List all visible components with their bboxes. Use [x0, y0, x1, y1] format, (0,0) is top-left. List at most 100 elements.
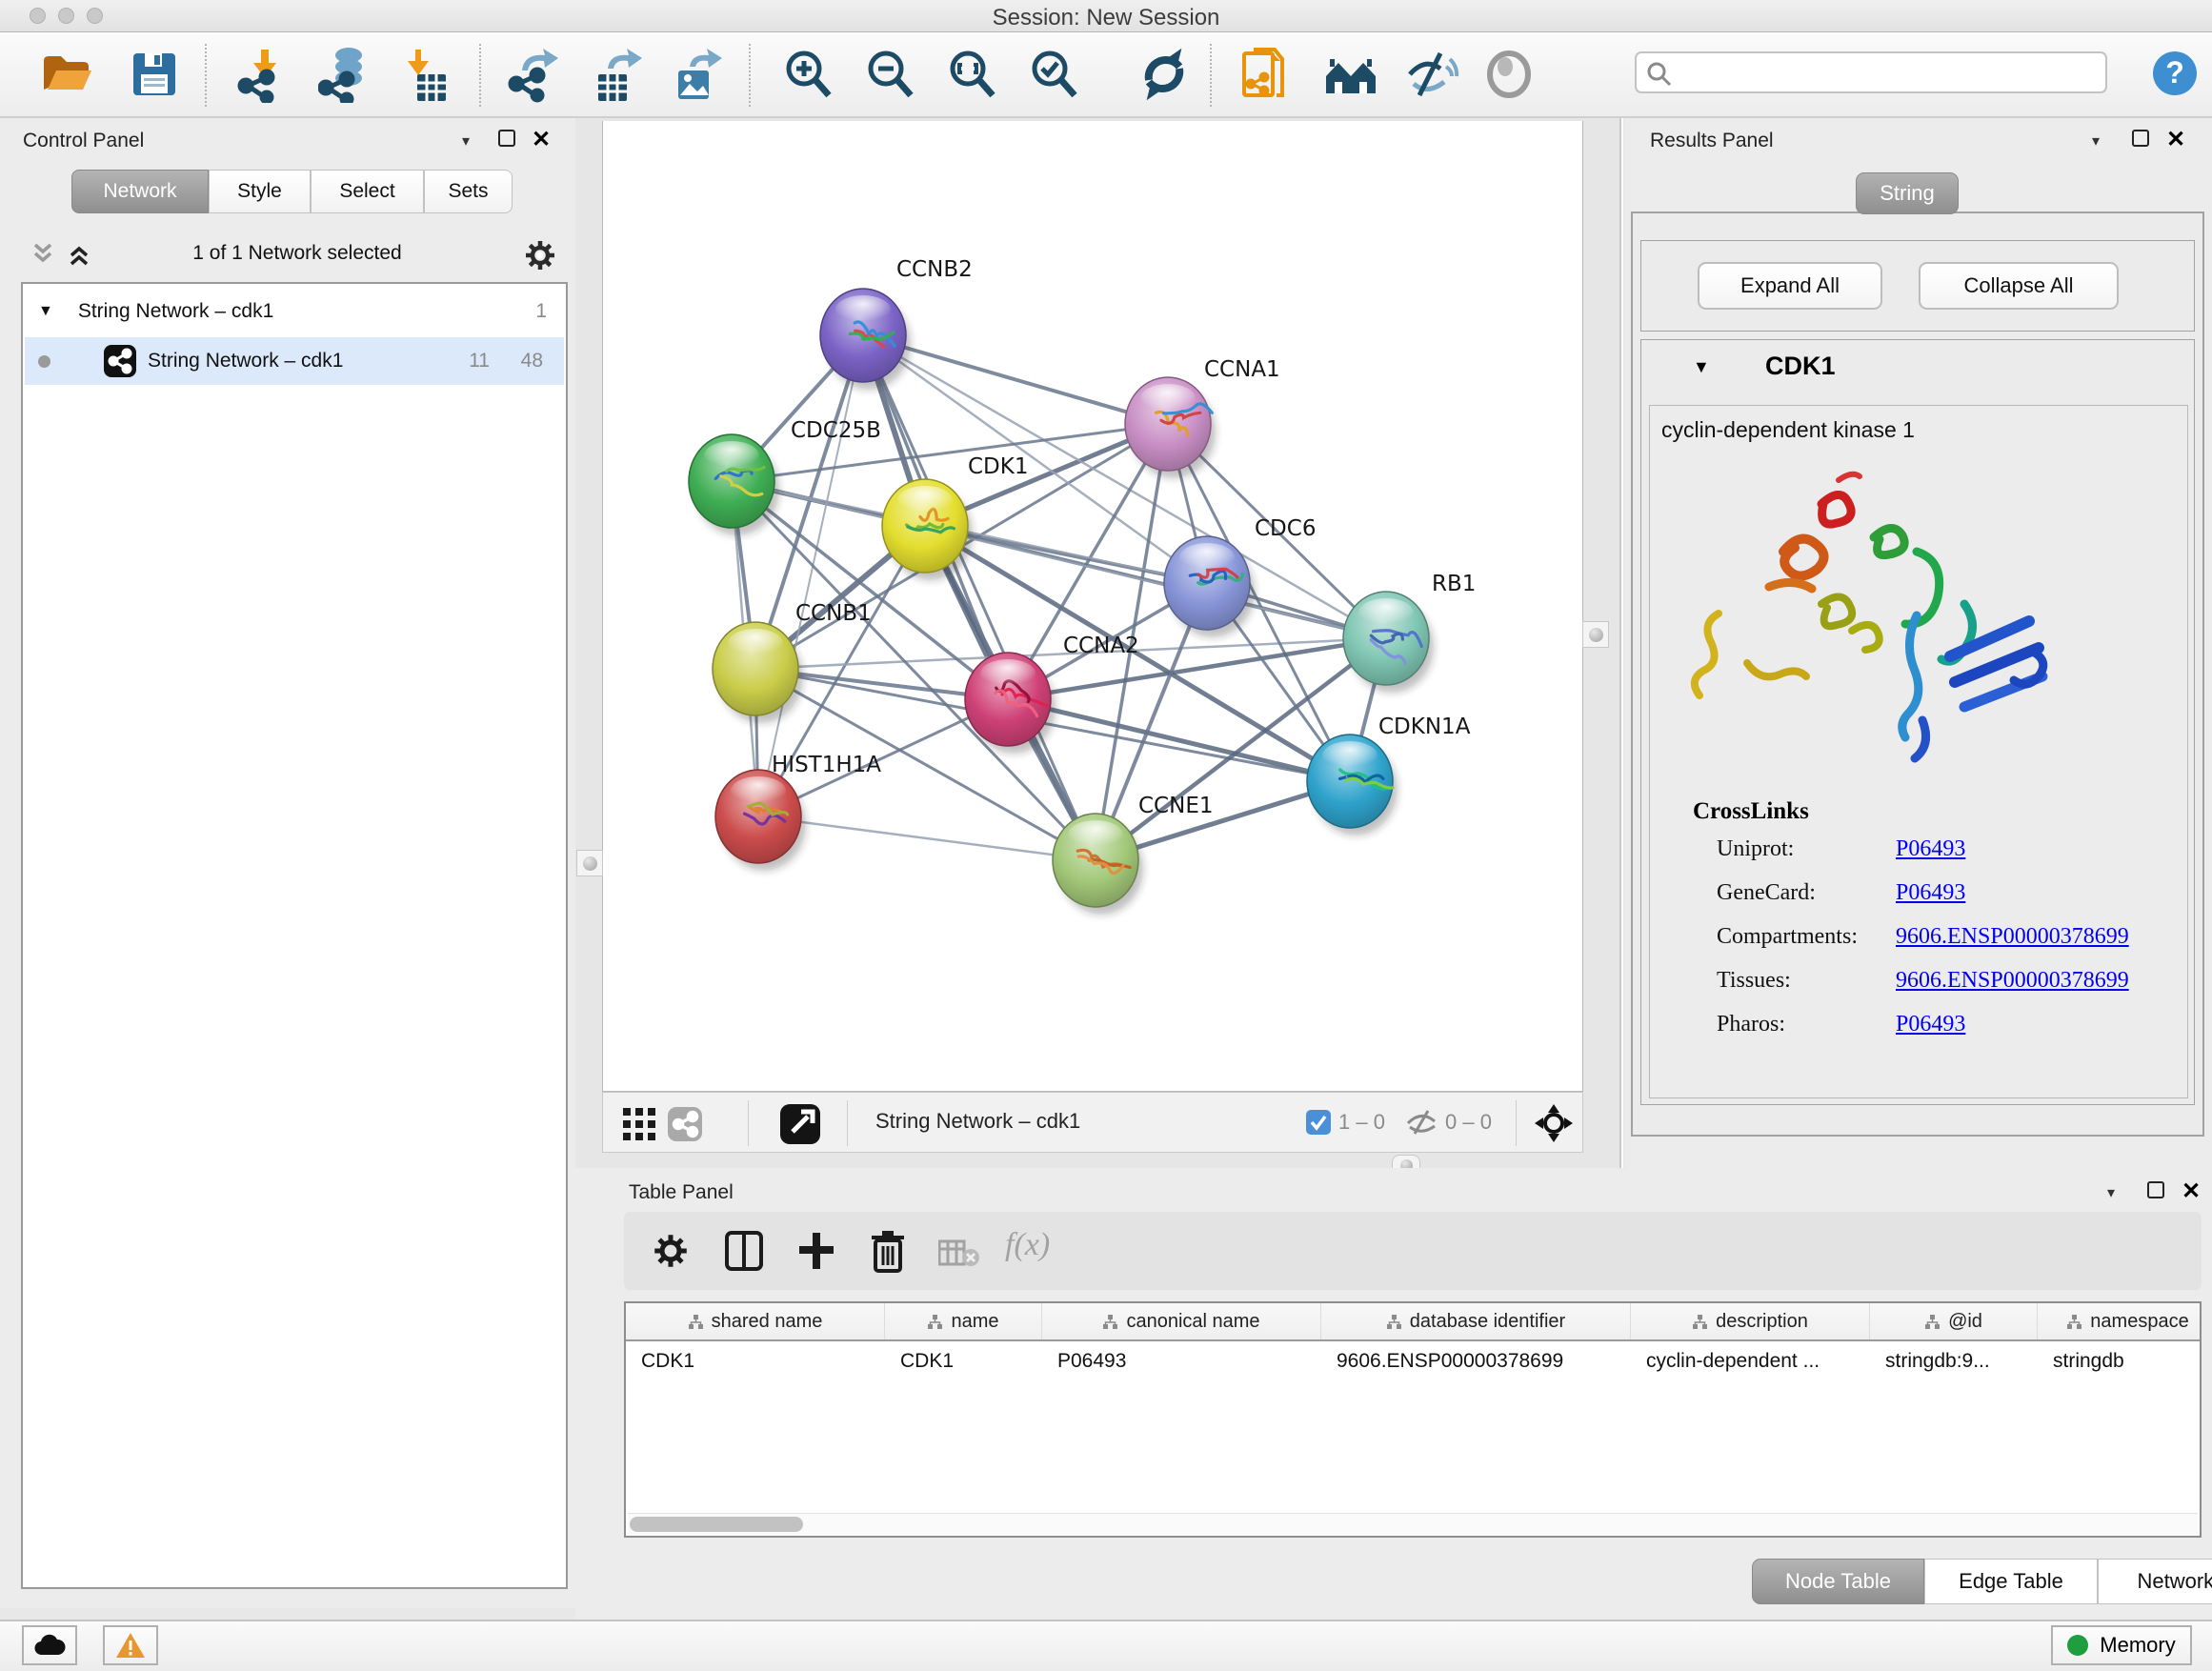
- panel-close-icon[interactable]: ✕: [532, 126, 551, 153]
- crosslink-link[interactable]: P06493: [1896, 1012, 1965, 1037]
- gene-detail-box: cyclin-dependent kinase 1: [1649, 405, 2188, 1098]
- network-collection-row[interactable]: ▼ String Network – cdk1 1: [25, 288, 564, 335]
- table-cell[interactable]: CDK1: [885, 1343, 1042, 1379]
- zoom-selected-icon[interactable]: [1025, 46, 1082, 103]
- scrollbar-thumb[interactable]: [630, 1517, 803, 1532]
- export-publication-icon[interactable]: [1238, 46, 1296, 103]
- panel-close-icon[interactable]: ✕: [2166, 126, 2185, 153]
- table-cell[interactable]: cyclin-dependent ...: [1631, 1343, 1870, 1379]
- first-neighbors-icon[interactable]: [1322, 46, 1379, 103]
- export-network-icon[interactable]: [505, 46, 562, 103]
- tab-style[interactable]: Style: [209, 170, 311, 213]
- tab-select[interactable]: Select: [311, 170, 424, 213]
- import-network-file-icon[interactable]: [236, 46, 293, 103]
- hide-selected-icon[interactable]: [1402, 46, 1459, 103]
- network-node[interactable]: HIST1H1A: [715, 753, 881, 871]
- table-cell[interactable]: 9606.ENSP00000378699: [1321, 1343, 1631, 1379]
- search-input[interactable]: [1679, 55, 2098, 90]
- network-share-icon[interactable]: [668, 1107, 702, 1141]
- panel-close-icon[interactable]: ✕: [2182, 1178, 2201, 1205]
- table-cell[interactable]: P06493: [1042, 1343, 1321, 1379]
- network-canvas[interactable]: CCNB2 CCNA1 CDC25B CDK1 CDC6: [602, 121, 1583, 1092]
- network-row[interactable]: String Network – cdk1 11 48: [25, 337, 564, 385]
- panel-float-icon[interactable]: [498, 130, 515, 147]
- column-header--id[interactable]: @id: [1870, 1303, 2038, 1339]
- tab-network-table[interactable]: Network Table: [2098, 1559, 2212, 1604]
- network-node[interactable]: CCNB2: [820, 257, 973, 390]
- network-node[interactable]: CDC6: [1164, 516, 1316, 637]
- birds-eye-icon[interactable]: [1535, 1104, 1573, 1142]
- tab-string[interactable]: String: [1856, 172, 1959, 214]
- network-node[interactable]: CDK1: [882, 454, 1029, 580]
- network-node[interactable]: RB1: [1343, 572, 1476, 693]
- network-edge[interactable]: [863, 335, 1096, 860]
- network-edge[interactable]: [758, 816, 1096, 860]
- tab-network[interactable]: Network: [71, 170, 209, 213]
- zoom-in-icon[interactable]: [779, 46, 836, 103]
- import-table-file-icon[interactable]: [400, 46, 457, 103]
- main-toolbar: ?: [0, 32, 2212, 118]
- table-horizontal-scrollbar[interactable]: [628, 1513, 2198, 1534]
- collapse-all-button[interactable]: Collapse All: [1919, 262, 2119, 310]
- export-image-icon[interactable]: [667, 46, 724, 103]
- column-header-name[interactable]: name: [885, 1303, 1042, 1339]
- panel-menu-icon[interactable]: ▾: [2107, 1183, 2115, 1202]
- left-splitter-handle[interactable]: [576, 850, 603, 876]
- zoom-out-icon[interactable]: [861, 46, 918, 103]
- panel-menu-icon[interactable]: ▾: [462, 131, 470, 151]
- column-header-shared-name[interactable]: shared name: [626, 1303, 885, 1339]
- network-node[interactable]: CCNA1: [1125, 357, 1280, 478]
- refresh-icon[interactable]: [1136, 46, 1193, 103]
- network-node[interactable]: CCNE1: [1053, 794, 1214, 915]
- add-column-icon[interactable]: [797, 1231, 835, 1271]
- zoom-fit-icon[interactable]: [943, 46, 1000, 103]
- right-splitter-handle[interactable]: [1582, 621, 1609, 648]
- collection-expand-caret-icon[interactable]: ▼: [38, 303, 53, 320]
- network-edges: [732, 335, 1386, 860]
- delete-column-trash-icon[interactable]: [870, 1229, 906, 1273]
- column-header-database-identifier[interactable]: database identifier: [1321, 1303, 1631, 1339]
- column-header-canonical-name[interactable]: canonical name: [1042, 1303, 1321, 1339]
- network-node[interactable]: CDKN1A: [1307, 715, 1471, 836]
- expand-all-chevrons-icon[interactable]: [67, 242, 91, 267]
- table-gear-icon[interactable]: [653, 1233, 689, 1269]
- warning-status-button[interactable]: [103, 1625, 158, 1665]
- network-selector-row: 1 of 1 Network selected: [21, 234, 568, 276]
- table-cell[interactable]: stringdb: [2038, 1343, 2202, 1379]
- open-session-icon[interactable]: [38, 46, 95, 103]
- panel-menu-icon[interactable]: ▾: [2092, 131, 2100, 151]
- tab-node-table[interactable]: Node Table: [1752, 1559, 1924, 1604]
- cloud-status-button[interactable]: [22, 1625, 77, 1665]
- detach-view-icon[interactable]: [780, 1104, 820, 1144]
- network-edge[interactable]: [758, 335, 863, 816]
- collapse-all-chevrons-icon[interactable]: [30, 242, 55, 267]
- column-header-namespace[interactable]: namespace: [2038, 1303, 2202, 1339]
- panel-float-icon[interactable]: [2147, 1181, 2164, 1198]
- import-network-database-icon[interactable]: [318, 46, 375, 103]
- crosslink-link[interactable]: 9606.ENSP00000378699: [1896, 968, 2129, 994]
- delete-table-icon: [938, 1238, 980, 1267]
- panel-float-icon[interactable]: [2132, 130, 2149, 147]
- show-all-icon[interactable]: [1480, 46, 1538, 103]
- table-cell[interactable]: CDK1: [626, 1343, 885, 1379]
- grid-view-icon[interactable]: [622, 1107, 656, 1141]
- crosslink-label: Compartments:: [1717, 924, 1858, 949]
- help-button[interactable]: ?: [2151, 50, 2199, 102]
- network-options-gear-icon[interactable]: [524, 239, 556, 272]
- memory-button[interactable]: Memory: [2051, 1625, 2192, 1665]
- show-columns-icon[interactable]: [725, 1231, 763, 1271]
- crosslink-link[interactable]: 9606.ENSP00000378699: [1896, 924, 2129, 950]
- expand-all-button[interactable]: Expand All: [1698, 262, 1882, 310]
- table-cell[interactable]: stringdb:9...: [1870, 1343, 2038, 1379]
- network-node[interactable]: CDC25B: [689, 418, 881, 535]
- crosslink-link[interactable]: P06493: [1896, 836, 1965, 862]
- tab-sets[interactable]: Sets: [424, 170, 513, 213]
- export-table-icon[interactable]: [587, 46, 644, 103]
- gene-collapse-caret-icon[interactable]: ▼: [1693, 357, 1710, 377]
- crosslink-link[interactable]: P06493: [1896, 880, 1965, 906]
- toolbar-separator: [749, 44, 751, 107]
- column-header-description[interactable]: description: [1631, 1303, 1870, 1339]
- tab-edge-table[interactable]: Edge Table: [1924, 1559, 2098, 1604]
- selected-checkbox-icon[interactable]: [1306, 1110, 1331, 1135]
- save-session-icon[interactable]: [126, 46, 183, 103]
